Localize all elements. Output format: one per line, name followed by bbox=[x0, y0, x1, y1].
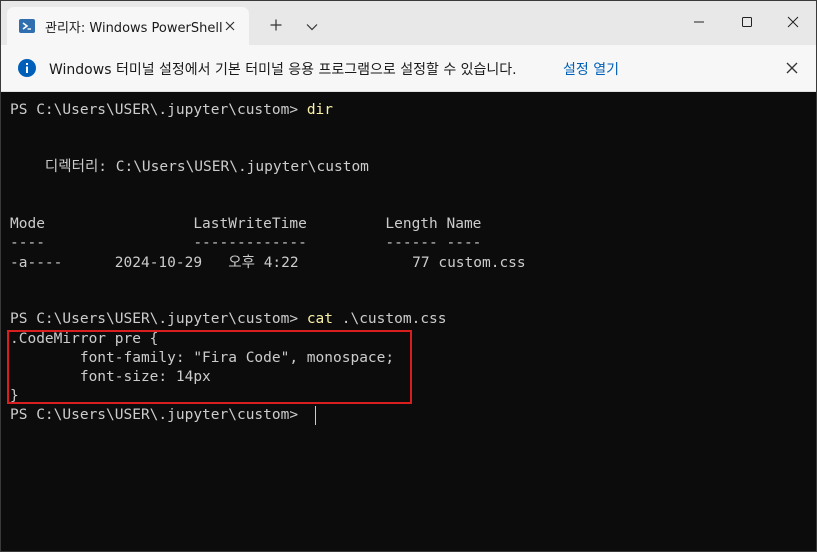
command-argument: .\custom.css bbox=[333, 311, 447, 327]
powershell-icon bbox=[19, 18, 35, 34]
prompt: PS C:\Users\USER\.jupyter\custom> bbox=[10, 311, 307, 327]
info-message: Windows 터미널 설정에서 기본 터미널 응용 프로그램으로 설정할 수 … bbox=[49, 62, 517, 78]
terminal-window: 관리자: Windows PowerShell Windows 터미널 설정에서… bbox=[0, 0, 817, 552]
info-icon bbox=[17, 58, 37, 78]
info-bar: Windows 터미널 설정에서 기본 터미널 응용 프로그램으로 설정할 수 … bbox=[1, 45, 816, 92]
directory-header: 디렉터리: C:\Users\USER\.jupyter\custom bbox=[10, 159, 369, 175]
open-settings-link[interactable]: 설정 열기 bbox=[563, 59, 619, 79]
close-icon[interactable] bbox=[782, 58, 802, 78]
plus-icon bbox=[270, 16, 282, 35]
prompt: PS C:\Users\USER\.jupyter\custom> bbox=[10, 407, 307, 423]
command-line: PS C:\Users\USER\.jupyter\custom> bbox=[10, 406, 307, 425]
tab-dropdown-button[interactable] bbox=[299, 13, 325, 37]
file-mode: -a---- bbox=[10, 255, 63, 271]
maximize-button[interactable] bbox=[727, 5, 767, 39]
terminal-output[interactable]: PS C:\Users\USER\.jupyter\custom> dir 디렉… bbox=[1, 92, 816, 551]
close-icon bbox=[787, 13, 799, 32]
file-row: -a---- 2024-10-29 오후 4:22 77 custom.css bbox=[10, 254, 526, 273]
tab-title: 관리자: Windows PowerShell bbox=[45, 20, 223, 36]
file-length: 77 bbox=[412, 255, 430, 271]
file-time: 오후 4:22 bbox=[228, 255, 299, 271]
highlight-box bbox=[7, 330, 412, 404]
window-close-button[interactable] bbox=[773, 5, 813, 39]
close-icon[interactable] bbox=[221, 17, 239, 35]
columns-header: Mode LastWriteTime Length Name bbox=[10, 216, 482, 232]
command-line: PS C:\Users\USER\.jupyter\custom> cat .\… bbox=[10, 310, 447, 329]
file-name: custom.css bbox=[438, 255, 526, 271]
minimize-icon bbox=[693, 13, 705, 32]
command: cat bbox=[306, 311, 334, 327]
command-line: PS C:\Users\USER\.jupyter\custom> dir bbox=[10, 101, 333, 120]
chevron-down-icon bbox=[306, 16, 318, 35]
columns-rule: ---- ------------- ------ ---- bbox=[10, 235, 482, 251]
tab-bar: 관리자: Windows PowerShell bbox=[1, 1, 816, 45]
text-cursor bbox=[315, 406, 316, 425]
maximize-icon bbox=[741, 13, 753, 32]
new-tab-button[interactable] bbox=[263, 13, 289, 37]
file-date: 2024-10-29 bbox=[114, 255, 203, 271]
prompt: PS C:\Users\USER\.jupyter\custom> bbox=[10, 102, 307, 118]
tab-powershell[interactable]: 관리자: Windows PowerShell bbox=[7, 7, 249, 45]
minimize-button[interactable] bbox=[679, 5, 719, 39]
command: dir bbox=[306, 102, 334, 118]
